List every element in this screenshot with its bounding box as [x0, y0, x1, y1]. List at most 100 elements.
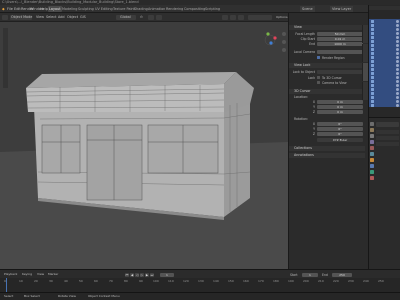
editor-type-button[interactable]	[2, 15, 8, 20]
menu-view[interactable]: View	[36, 15, 44, 20]
view-layer-props-icon[interactable]	[370, 140, 374, 144]
play-reverse-icon[interactable]: ◁	[135, 273, 139, 277]
door[interactable]	[86, 124, 143, 201]
tool-props-icon[interactable]	[370, 122, 374, 126]
tick-label: 220	[333, 279, 339, 283]
toolbar-strip	[3, 28, 8, 88]
section-collections[interactable]: Collections	[289, 146, 365, 151]
cursor-loc-y[interactable]: 0 m	[317, 105, 363, 109]
shading-buttons[interactable]	[248, 15, 272, 20]
scene-props-icon[interactable]	[370, 146, 374, 150]
tick-label: 130	[198, 279, 204, 283]
options-dropdown[interactable]: Options	[276, 15, 288, 20]
lock-to-object-field[interactable]	[317, 70, 363, 74]
scene-selector[interactable]: Scene	[300, 6, 315, 12]
jump-start-icon[interactable]: ⏮	[125, 273, 129, 277]
focal-length-field[interactable]: 50 mm	[317, 32, 363, 36]
rotation-mode-dropdown[interactable]: XYZ Euler	[317, 138, 363, 142]
play-icon[interactable]: ▷	[140, 273, 144, 277]
tab-animation[interactable]: Animation	[148, 6, 165, 12]
menu-add[interactable]: Add	[58, 15, 65, 20]
tab-sculpting[interactable]: Sculpting	[78, 6, 94, 12]
view-layer-selector[interactable]: View Layer	[330, 6, 354, 12]
section-view-lock[interactable]: View Lock	[289, 63, 365, 68]
snap-icon[interactable]	[148, 15, 154, 20]
local-camera-field[interactable]	[317, 50, 363, 54]
tab-scripting[interactable]: Scripting	[205, 6, 220, 12]
tick-label: 140	[213, 279, 219, 283]
top-menu-bar: ◆ File Edit Render Window Help Layout Mo…	[0, 5, 400, 13]
current-frame-field[interactable]: 1	[160, 273, 174, 277]
section-view[interactable]: View	[289, 25, 365, 30]
props-search-input[interactable]	[376, 122, 399, 127]
mode-label: Object Mode	[11, 15, 33, 19]
timeline-keying-menu[interactable]: Keying	[22, 272, 32, 277]
start-frame-field[interactable]: 1	[302, 273, 318, 277]
tab-shading[interactable]: Shading	[134, 6, 148, 12]
render-props-icon[interactable]	[370, 128, 374, 132]
blender-logo-icon[interactable]: ◆	[2, 6, 5, 12]
menu-gis[interactable]: GIS	[80, 15, 86, 20]
cursor-rot-z[interactable]: 0°	[317, 132, 363, 136]
end-frame-field[interactable]: 250	[332, 273, 352, 277]
tab-rendering[interactable]: Rendering	[166, 6, 183, 12]
data-props-icon[interactable]	[370, 170, 374, 174]
section-annotations[interactable]: Annotations	[289, 153, 365, 158]
next-key-icon[interactable]: ▶	[145, 273, 149, 277]
timeline-playback-menu[interactable]: Playback	[4, 272, 17, 277]
timeline-view-menu[interactable]: View	[37, 272, 44, 277]
camera-view-icon[interactable]	[282, 48, 286, 52]
menu-edit[interactable]: Edit	[14, 6, 21, 12]
end-frame-label: End	[322, 273, 328, 277]
modifier-props-icon[interactable]	[370, 164, 374, 168]
menu-object[interactable]: Object	[67, 15, 78, 20]
playhead[interactable]	[6, 278, 7, 293]
props-panel-row	[376, 136, 399, 140]
cursor-rot-x[interactable]: 0°	[317, 122, 363, 126]
section-3d-cursor[interactable]: 3D Cursor	[289, 89, 365, 94]
tick-label: 80	[124, 279, 128, 283]
3d-viewport[interactable]	[0, 22, 288, 269]
tab-layout[interactable]: Layout	[48, 6, 62, 12]
tab-compositing[interactable]: Compositing	[184, 6, 205, 12]
timeline-editor: Playback Keying View Marker ⏮ ◀ ◁ ▷ ▶ ⏭ …	[0, 269, 400, 293]
cursor-rot-y[interactable]: 0°	[317, 127, 363, 131]
menu-file[interactable]: File	[7, 6, 13, 12]
tick-label: 190	[288, 279, 294, 283]
tick-label: 230	[348, 279, 354, 283]
tick-label: 0	[4, 279, 6, 283]
list-item[interactable]	[369, 103, 400, 107]
prev-key-icon[interactable]: ◀	[130, 273, 134, 277]
material-props-icon[interactable]	[370, 176, 374, 180]
output-props-icon[interactable]	[370, 134, 374, 138]
proportional-edit-icon[interactable]	[156, 15, 162, 20]
status-box-select-hint: Box Select	[24, 294, 40, 298]
timeline-marker-menu[interactable]: Marker	[48, 272, 58, 277]
tab-uv-editing[interactable]: UV Editing	[95, 6, 113, 12]
gizmo-icon[interactable]	[230, 15, 236, 20]
jump-end-icon[interactable]: ⏭	[150, 273, 154, 277]
tick-label: 170	[258, 279, 264, 283]
pivot-icon[interactable]: ⊙	[140, 15, 143, 20]
pan-icon[interactable]	[282, 40, 286, 44]
camera-to-view-checkbox[interactable]	[317, 81, 320, 84]
world-props-icon[interactable]	[370, 152, 374, 156]
clip-start-field[interactable]: 0.01 m	[317, 37, 363, 41]
tab-modeling[interactable]: Modeling	[62, 6, 77, 12]
cursor-loc-z[interactable]: 0 m	[317, 110, 363, 114]
tick-label: 30	[49, 279, 53, 283]
zoom-icon[interactable]	[282, 32, 286, 36]
overlay-icon[interactable]	[238, 15, 244, 20]
clip-end-field[interactable]: 1000 m	[317, 42, 363, 46]
menu-help[interactable]: Help	[40, 6, 48, 12]
rot-x-label: X	[312, 122, 315, 126]
visibility-icon[interactable]	[222, 15, 228, 20]
rot-y-label: Y	[313, 127, 315, 131]
menu-select[interactable]: Select	[46, 15, 56, 20]
cursor-loc-x[interactable]: 0 m	[317, 100, 363, 104]
object-props-icon[interactable]	[370, 158, 374, 162]
to-3d-cursor-checkbox[interactable]	[317, 76, 320, 79]
render-region-checkbox[interactable]	[317, 56, 320, 59]
tab-texture-paint[interactable]: Texture Paint	[113, 6, 135, 12]
status-rotate-view-hint: Rotate View	[58, 294, 76, 298]
